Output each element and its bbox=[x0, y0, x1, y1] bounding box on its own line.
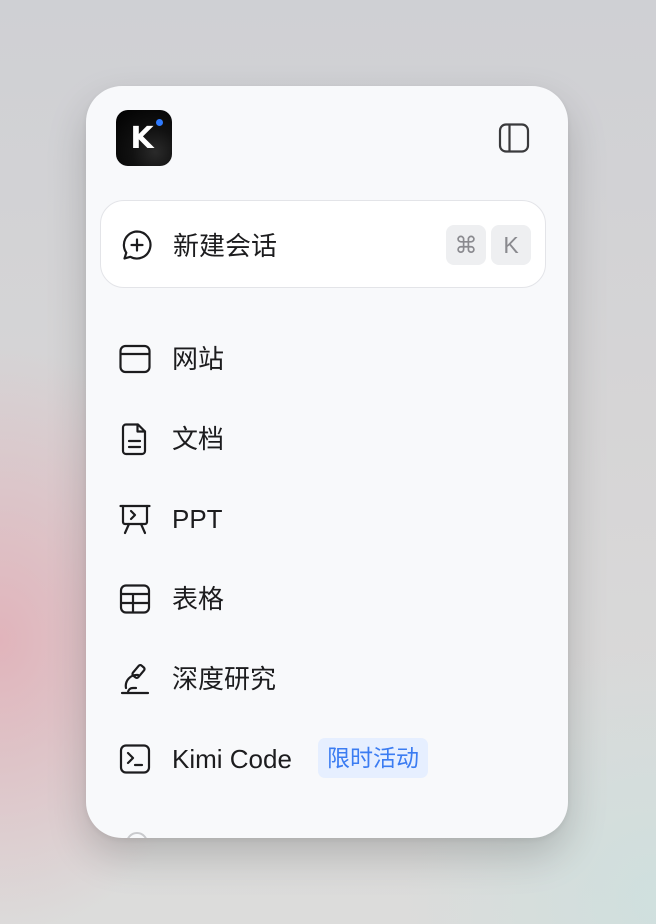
logo-letter: K bbox=[130, 121, 154, 156]
kimi-logo[interactable]: K bbox=[116, 110, 172, 166]
menu-item-kimi-code[interactable]: Kimi Code 限时活动 bbox=[86, 728, 568, 788]
document-icon bbox=[118, 422, 152, 456]
menu-item-label: 表格 bbox=[172, 584, 225, 614]
menu-item-label: Kimi Code bbox=[172, 744, 292, 774]
menu-item-document[interactable]: 文档 bbox=[86, 408, 568, 468]
menu-item-label: PPT bbox=[172, 504, 223, 534]
microscope-icon bbox=[118, 662, 152, 696]
partially-hidden-icon bbox=[126, 832, 148, 838]
shortcut-k-key: K bbox=[491, 225, 531, 265]
presentation-icon bbox=[118, 502, 152, 536]
new-chat-button[interactable]: 新建会话 ⌘ K bbox=[100, 200, 546, 288]
logo-accent-dot bbox=[156, 119, 163, 126]
menu-item-deep-research[interactable]: 深度研究 bbox=[86, 648, 568, 708]
menu-item-website[interactable]: 网站 bbox=[86, 328, 568, 388]
chat-plus-icon bbox=[121, 229, 153, 261]
sidebar-toggle-button[interactable] bbox=[498, 122, 530, 154]
sidebar-panel: K 新建会话 ⌘ K 网站 文档 PPT 表格 深度研究 Kimi Code 限… bbox=[86, 86, 568, 838]
menu-item-label: 文档 bbox=[172, 424, 225, 454]
menu-item-label: 网站 bbox=[172, 344, 225, 374]
sidebar-toggle-icon bbox=[498, 122, 530, 154]
terminal-icon bbox=[118, 742, 152, 776]
menu-item-label: 深度研究 bbox=[172, 664, 277, 694]
new-chat-label: 新建会话 bbox=[173, 230, 278, 261]
promo-badge: 限时活动 bbox=[318, 738, 428, 778]
menu-item-ppt[interactable]: PPT bbox=[86, 488, 568, 548]
table-icon bbox=[118, 582, 152, 616]
browser-window-icon bbox=[118, 342, 152, 376]
shortcut-command-key: ⌘ bbox=[446, 225, 486, 265]
menu-item-spreadsheet[interactable]: 表格 bbox=[86, 568, 568, 628]
